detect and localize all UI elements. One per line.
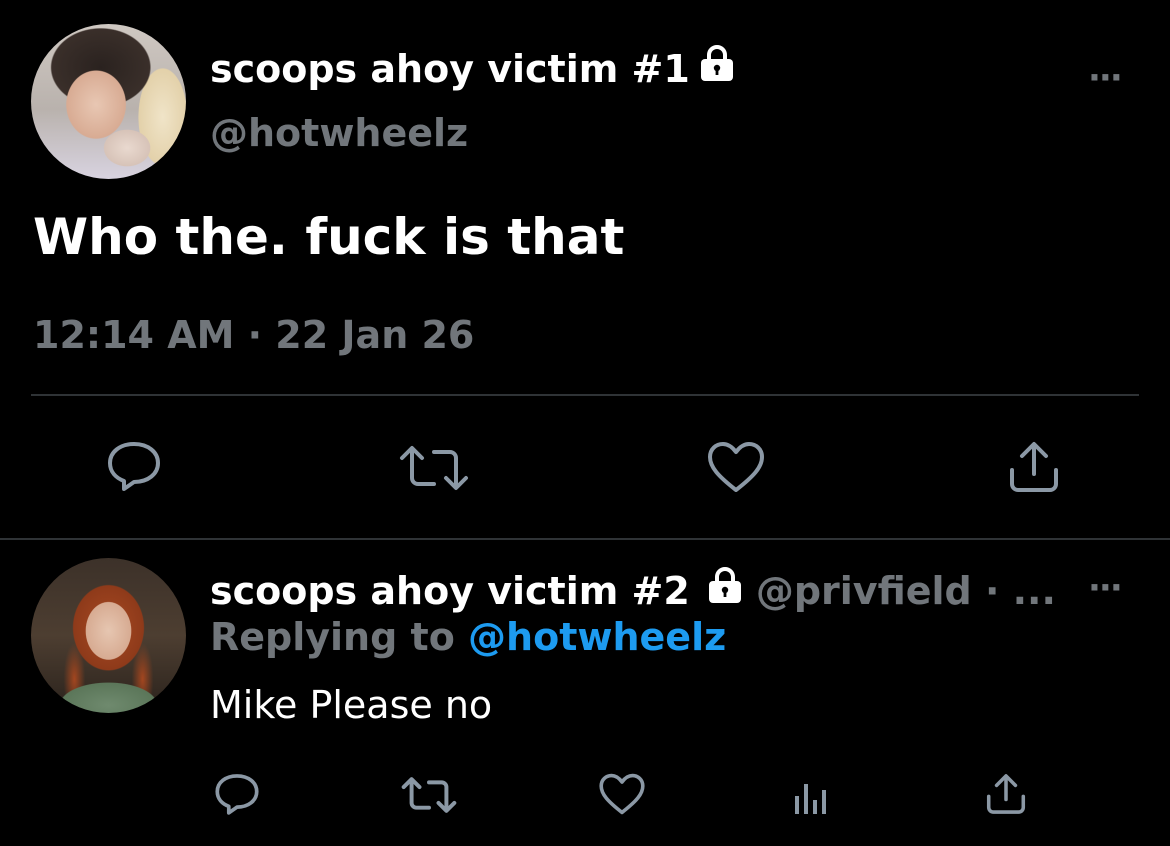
like-icon[interactable] xyxy=(706,440,766,494)
reply-icon[interactable] xyxy=(214,772,260,816)
analytics-icon[interactable] xyxy=(792,778,832,816)
replying-to: Replying to @hotwheelz xyxy=(210,614,726,660)
like-icon[interactable] xyxy=(598,772,646,816)
reply-icon[interactable] xyxy=(106,440,162,492)
replying-to-label: Replying to xyxy=(210,615,455,659)
replying-to-mention[interactable]: @hotwheelz xyxy=(468,615,726,659)
retweet-icon[interactable] xyxy=(400,776,458,814)
share-icon[interactable] xyxy=(984,772,1028,816)
lock-icon xyxy=(696,44,738,92)
author-name[interactable]: scoops ahoy victim #1 xyxy=(210,44,738,92)
divider xyxy=(0,538,1170,540)
author-avatar[interactable] xyxy=(31,24,186,179)
author-handle[interactable]: @hotwheelz xyxy=(210,110,468,156)
reply-author-name[interactable]: scoops ahoy victim #2 xyxy=(210,569,690,613)
tweet-text: Who the. fuck is that xyxy=(33,208,625,266)
author-name-text[interactable]: scoops ahoy victim #1 xyxy=(210,47,690,91)
reply-author-handle[interactable]: @privfield · ... xyxy=(756,569,1056,613)
lock-icon xyxy=(704,566,746,614)
retweet-icon[interactable] xyxy=(398,444,470,492)
reply-author-avatar[interactable] xyxy=(31,558,186,713)
more-options-button[interactable]: ··· xyxy=(1088,58,1123,98)
share-icon[interactable] xyxy=(1006,440,1062,494)
reply-more-options-button[interactable]: ··· xyxy=(1088,568,1123,608)
reply-author-line[interactable]: scoops ahoy victim #2 @privfield · ... xyxy=(210,566,1056,614)
tweet-timestamp[interactable]: 12:14 AM · 22 Jan 26 xyxy=(33,312,474,358)
reply-text: Mike Please no xyxy=(210,683,493,727)
divider xyxy=(31,394,1139,396)
